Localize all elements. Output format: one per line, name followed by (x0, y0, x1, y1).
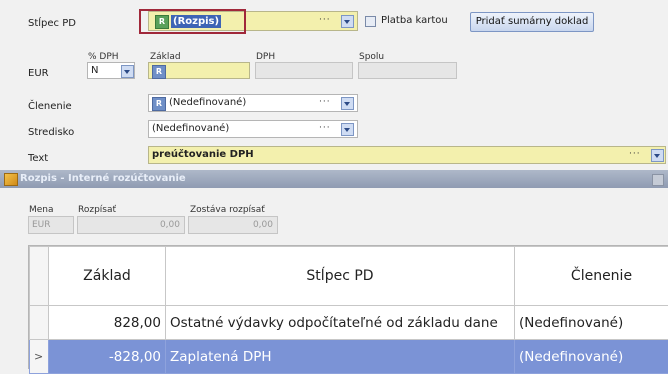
row-marker-header (30, 247, 49, 306)
clenenie-dropdown-icon[interactable] (341, 97, 354, 110)
dph-field (255, 62, 353, 79)
clenenie-label: Členenie (28, 101, 72, 112)
stlpec-pd-more-icon[interactable]: ··· (319, 15, 331, 25)
table-row-selected[interactable]: > -828,00 Zaplatená DPH (Nedefinované) (30, 340, 668, 374)
panel-minimize-icon[interactable] (652, 174, 664, 186)
stlpec-highlight-box (139, 9, 246, 34)
platba-kartou-label: Platba kartou (381, 15, 448, 26)
currency-label: EUR (28, 68, 49, 79)
cell-zaklad[interactable]: 828,00 (49, 306, 166, 340)
zaklad-field[interactable]: R (148, 62, 250, 79)
stredisko-dropdown-icon[interactable] (341, 123, 354, 136)
pridat-sumarny-doklad-button[interactable]: Pridať sumárny doklad (470, 12, 594, 32)
rozpis-grid: Základ Stĺpec PD Členenie 828,00 Ostatné… (28, 245, 668, 369)
rozpis-panel-header: Rozpis - Interné rozúčtovanie (0, 170, 668, 188)
clenenie-field[interactable]: R (Nedefinované) ··· (148, 94, 358, 112)
stlpec-pd-label: Stĺpec PD (28, 18, 76, 29)
text-dropdown-icon[interactable] (651, 149, 664, 162)
cell-clenenie[interactable]: (Nedefinované) (515, 306, 668, 340)
rozpis-panel-title: Rozpis - Interné rozúčtovanie (20, 173, 186, 184)
text-value: preúčtovanie DPH (152, 149, 254, 160)
stredisko-more-icon[interactable]: ··· (319, 123, 331, 133)
rozpisat-label: Rozpísať (78, 205, 116, 215)
rozpisat-field: 0,00 (77, 216, 185, 234)
text-field[interactable]: preúčtovanie DPH ··· (148, 146, 666, 164)
column-header-stlpec-pd[interactable]: Stĺpec PD (166, 247, 515, 306)
column-header-zaklad[interactable]: Základ (49, 247, 166, 306)
stredisko-field[interactable]: (Nedefinované) ··· (148, 120, 358, 138)
clenenie-value: (Nedefinované) (169, 97, 246, 108)
rozpis-panel-icon (4, 173, 18, 186)
cell-stlpec-pd[interactable]: Zaplatená DPH (166, 340, 515, 374)
row-marker-current: > (30, 340, 49, 374)
spolu-field (358, 62, 457, 79)
clenenie-more-icon[interactable]: ··· (319, 97, 331, 107)
row-marker (30, 306, 49, 340)
stredisko-label: Stredisko (28, 127, 74, 138)
dph-percent-label: % DPH (88, 52, 119, 62)
dph-label: DPH (256, 52, 275, 62)
dph-percent-select[interactable]: N (87, 62, 135, 79)
cell-stlpec-pd[interactable]: Ostatné výdavky odpočítateľné od základu… (166, 306, 515, 340)
mena-field: EUR (28, 216, 74, 234)
text-more-icon[interactable]: ··· (629, 149, 641, 159)
cell-zaklad[interactable]: -828,00 (49, 340, 166, 374)
stredisko-value: (Nedefinované) (152, 123, 229, 134)
dph-percent-dropdown-icon[interactable] (121, 65, 134, 78)
zaklad-r-icon: R (152, 65, 169, 79)
cell-clenenie[interactable]: (Nedefinované) (515, 340, 668, 374)
stlpec-pd-dropdown-icon[interactable] (341, 15, 354, 28)
zostava-rozpisat-field: 0,00 (188, 216, 278, 234)
table-row[interactable]: 828,00 Ostatné výdavky odpočítateľné od … (30, 306, 668, 340)
zostava-rozpisat-label: Zostáva rozpísať (190, 205, 265, 215)
spolu-label: Spolu (359, 52, 384, 62)
text-label: Text (28, 153, 48, 164)
column-header-clenenie[interactable]: Členenie (515, 247, 668, 306)
grid-header-row: Základ Stĺpec PD Členenie (30, 247, 668, 306)
mena-label: Mena (29, 205, 54, 215)
platba-kartou-checkbox[interactable] (365, 16, 376, 27)
zaklad-label: Základ (150, 52, 181, 62)
dph-percent-value: N (91, 65, 98, 76)
clenenie-r-icon: R (152, 97, 169, 111)
